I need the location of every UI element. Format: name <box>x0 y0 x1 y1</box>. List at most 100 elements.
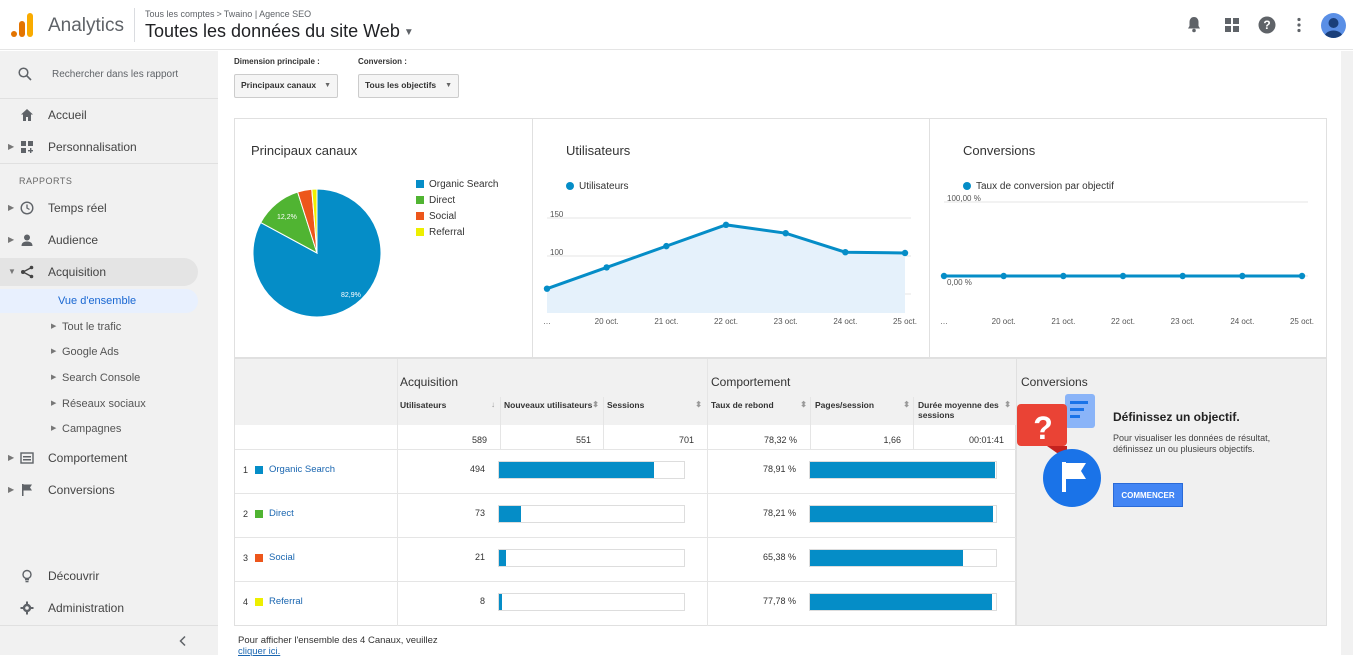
sidebar-item-social[interactable]: ▶ Réseaux sociaux <box>0 392 218 416</box>
start-goal-button[interactable]: COMMENCER <box>1113 483 1183 507</box>
analytics-logo-icon[interactable] <box>10 12 34 38</box>
expand-arrow-icon[interactable]: ▶ <box>8 485 14 494</box>
view-title[interactable]: Toutes les données du site Web <box>145 21 400 41</box>
expand-arrow-icon[interactable]: ▶ <box>8 453 14 462</box>
conversion-select[interactable]: Tous les objectifs ▼ <box>358 74 459 98</box>
data-point[interactable] <box>940 272 948 280</box>
channel-link[interactable]: Referral <box>269 596 303 607</box>
sidebar-item-acquisition[interactable]: ▼ Acquisition <box>0 258 198 286</box>
more-vert-icon[interactable] <box>1290 16 1308 34</box>
sort-icon[interactable]: ⬍ <box>695 400 702 410</box>
channel-swatch <box>255 598 263 606</box>
pie-chart[interactable]: 82,9% 12,2% <box>235 119 534 359</box>
channel-link[interactable]: Direct <box>269 508 294 519</box>
breadcrumb-account[interactable]: Tous les comptes <box>145 9 215 19</box>
col-users[interactable]: Utilisateurs ↓ <box>400 400 495 410</box>
expand-arrow-icon[interactable]: ▶ <box>51 399 56 407</box>
legend-item-direct[interactable]: Direct <box>416 195 455 206</box>
caret-down-icon[interactable]: ▼ <box>404 27 414 38</box>
data-point[interactable] <box>722 221 730 229</box>
data-point[interactable] <box>782 230 789 237</box>
data-point[interactable] <box>543 285 551 292</box>
search-placeholder[interactable]: Rechercher dans les rapport <box>52 69 178 80</box>
sidebar-item-label: Vue d'ensemble <box>58 295 137 307</box>
sidebar-item-customization[interactable]: ▶ Personnalisation <box>0 133 218 161</box>
data-point[interactable] <box>1298 272 1306 280</box>
sidebar-item-audience[interactable]: ▶ Audience <box>0 226 218 254</box>
data-point[interactable] <box>663 242 670 250</box>
data-point[interactable] <box>842 249 849 256</box>
apps-icon[interactable] <box>1223 16 1241 34</box>
data-point[interactable] <box>603 264 610 271</box>
sort-icon[interactable]: ⬍ <box>1004 400 1011 410</box>
app-brand[interactable]: Analytics <box>48 15 124 37</box>
sidebar-item-admin[interactable]: Administration <box>0 594 218 622</box>
bounce-bar <box>809 593 997 611</box>
sidebar-item-realtime[interactable]: ▶ Temps réel <box>0 194 218 222</box>
sidebar-item-all-traffic[interactable]: ▶ Tout le trafic <box>0 315 218 339</box>
col-new-users[interactable]: Nouveaux utilisateurs ⬍ <box>504 400 599 410</box>
legend-item-referral[interactable]: Referral <box>416 227 465 238</box>
expand-arrow-icon[interactable]: ▶ <box>8 203 14 212</box>
help-icon[interactable]: ? <box>1258 16 1276 34</box>
table-row: 4 Referral 8 77,78 % <box>235 581 1016 625</box>
sidebar-item-conversions[interactable]: ▶ Conversions <box>0 476 218 504</box>
primary-dimension-select[interactable]: Principaux canaux ▼ <box>234 74 338 98</box>
footnote: Pour afficher l'ensemble des 4 Canaux, v… <box>238 635 438 657</box>
data-point[interactable] <box>1119 272 1127 280</box>
report-search[interactable]: Rechercher dans les rapport <box>0 51 218 99</box>
bounce-bar-fill <box>810 594 993 610</box>
expand-arrow-icon[interactable]: ▶ <box>8 142 14 151</box>
data-point[interactable] <box>1179 272 1186 280</box>
sort-icon[interactable]: ⬍ <box>800 400 807 410</box>
sidebar-item-discover[interactable]: Découvrir <box>0 562 218 590</box>
view-selector[interactable]: Toutes les données du site Web ▼ <box>145 21 414 42</box>
page-scrollbar[interactable] <box>1341 51 1353 655</box>
account-avatar[interactable] <box>1321 13 1346 38</box>
expand-arrow-icon[interactable]: ▶ <box>51 424 56 432</box>
breadcrumb[interactable]: Tous les comptes > Twaino | Agence SEO <box>145 9 311 19</box>
sidebar-item-behavior[interactable]: ▶ Comportement <box>0 444 218 472</box>
expand-arrow-icon[interactable]: ▶ <box>51 347 56 355</box>
expand-arrow-icon[interactable]: ▶ <box>51 373 56 381</box>
sidebar-item-search-console[interactable]: ▶ Search Console <box>0 366 218 390</box>
data-point[interactable] <box>1000 272 1007 280</box>
show-all-link[interactable]: cliquer ici. <box>238 646 280 657</box>
channel-link[interactable]: Social <box>269 552 295 563</box>
x-tick-label: … <box>940 317 948 326</box>
data-point[interactable] <box>1060 272 1067 280</box>
col-sessions[interactable]: Sessions ⬍ <box>607 400 702 410</box>
goal-illustration-icon: ? <box>1017 394 1101 507</box>
sidebar-item-google-ads[interactable]: ▶ Google Ads <box>0 340 218 364</box>
sort-icon[interactable]: ⬍ <box>592 400 599 410</box>
col-pages-session[interactable]: Pages/session ⬍ <box>815 400 910 410</box>
col-label: Pages/session <box>815 400 875 410</box>
users-line-chart[interactable]: 15010050…20 oct.21 oct.22 oct.23 oct.24 … <box>533 119 931 359</box>
channel-link[interactable]: Organic Search <box>269 464 335 475</box>
collapse-arrow-icon[interactable]: ▼ <box>8 267 16 276</box>
conversions-line-chart[interactable]: 100,00 % 0,00 % … 20 oct. 21 oct. 22 oct. 23 o… <box>930 119 1328 359</box>
col-bounce-rate[interactable]: Taux de rebond ⬍ <box>711 400 807 410</box>
sidebar-divider <box>0 163 218 164</box>
expand-arrow-icon[interactable]: ▶ <box>51 322 56 330</box>
sort-down-icon[interactable]: ↓ <box>491 400 495 410</box>
col-avg-duration[interactable]: Durée moyenne des sessions ⬍ <box>918 400 1011 420</box>
users-bar <box>498 505 685 523</box>
notifications-icon[interactable] <box>1185 16 1203 34</box>
bounce-bar-fill <box>810 506 994 522</box>
data-point[interactable] <box>1239 272 1246 280</box>
expand-arrow-icon[interactable]: ▶ <box>8 235 14 244</box>
lightbulb-icon <box>22 569 32 583</box>
row-rank: 3 <box>243 553 249 563</box>
search-icon[interactable] <box>18 67 32 81</box>
left-sidebar: Rechercher dans les rapport Accueil ▶ Pe… <box>0 51 218 655</box>
sidebar-item-overview[interactable]: Vue d'ensemble <box>0 289 198 313</box>
chevron-left-icon[interactable] <box>177 635 189 647</box>
breadcrumb-property[interactable]: Twaino | Agence SEO <box>224 9 311 19</box>
legend-item-organic[interactable]: Organic Search <box>416 179 498 190</box>
data-point[interactable] <box>901 249 909 257</box>
sort-icon[interactable]: ⬍ <box>903 400 910 410</box>
legend-item-social[interactable]: Social <box>416 211 456 222</box>
sidebar-item-home[interactable]: Accueil <box>0 101 218 129</box>
sidebar-item-campaigns[interactable]: ▶ Campagnes <box>0 417 218 441</box>
